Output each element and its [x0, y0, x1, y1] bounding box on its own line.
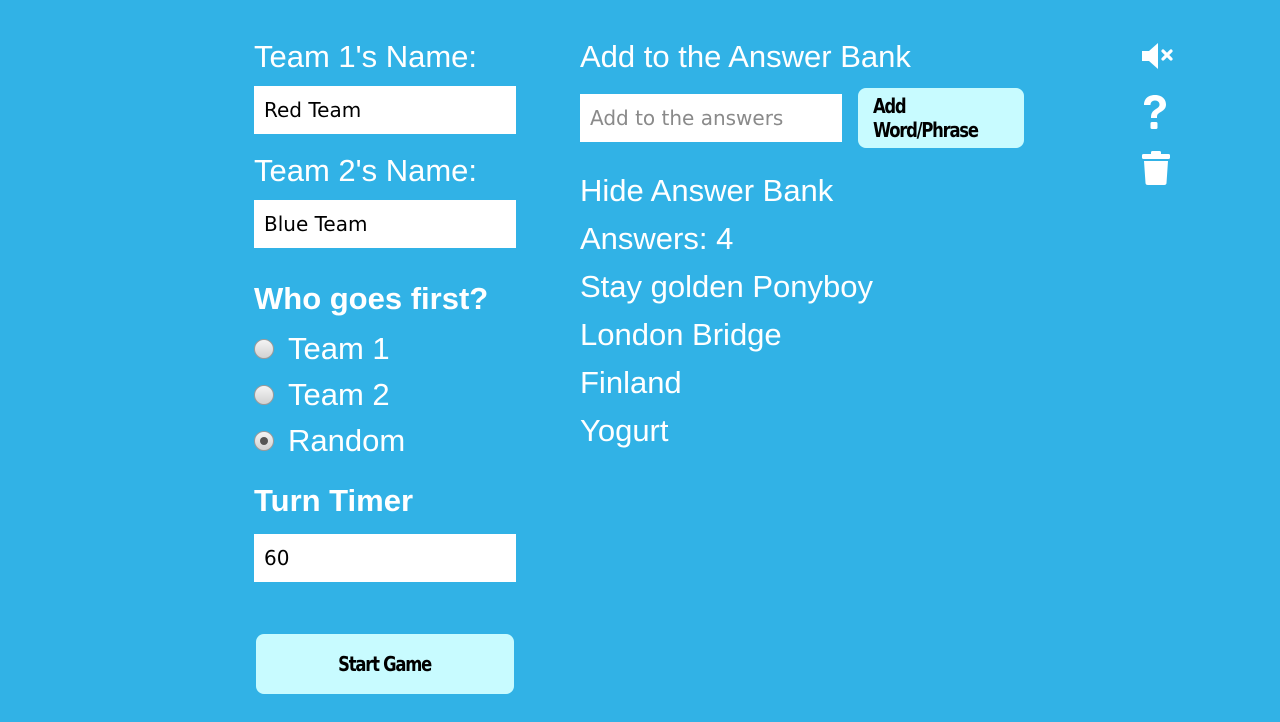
radio-team2[interactable]: Team 2	[254, 377, 390, 413]
answer-item: Finland	[580, 365, 682, 400]
radio-random-circle[interactable]	[254, 431, 274, 451]
add-word-phrase-button-label: Add Word/Phrase	[872, 94, 979, 142]
radio-team2-circle[interactable]	[254, 385, 274, 405]
mute-icon[interactable]	[1140, 40, 1176, 72]
who-goes-first-heading: Who goes first?	[254, 281, 489, 316]
turn-timer-heading: Turn Timer	[254, 483, 414, 518]
help-icon[interactable]	[1140, 94, 1170, 132]
answer-bank-heading: Add to the Answer Bank	[580, 39, 911, 74]
answer-item: Stay golden Ponyboy	[580, 269, 873, 304]
game-setup-page: Team 1's Name: Team 2's Name: Who goes f…	[0, 0, 1280, 722]
team1-name-input[interactable]	[254, 86, 516, 134]
trash-icon[interactable]	[1141, 150, 1171, 186]
turn-timer-input[interactable]	[254, 534, 516, 582]
hide-answer-bank-toggle[interactable]: Hide Answer Bank	[580, 173, 833, 209]
answer-item: Yogurt	[580, 413, 669, 448]
radio-team1-circle[interactable]	[254, 339, 274, 359]
add-word-phrase-button[interactable]: Add Word/Phrase	[858, 88, 1024, 148]
radio-random[interactable]: Random	[254, 423, 405, 459]
team1-name-label: Team 1's Name:	[254, 39, 477, 74]
answer-item: London Bridge	[580, 317, 782, 352]
team2-name-input[interactable]	[254, 200, 516, 248]
answers-count: Answers: 4	[580, 221, 734, 256]
start-game-button[interactable]: Start Game	[256, 634, 514, 694]
team2-name-label: Team 2's Name:	[254, 153, 477, 188]
answer-input[interactable]	[580, 94, 842, 142]
radio-team2-label: Team 2	[288, 377, 390, 412]
radio-team1-label: Team 1	[288, 331, 390, 366]
radio-team1[interactable]: Team 1	[254, 331, 390, 367]
start-game-button-label: Start Game	[338, 652, 433, 676]
radio-random-label: Random	[288, 423, 406, 458]
